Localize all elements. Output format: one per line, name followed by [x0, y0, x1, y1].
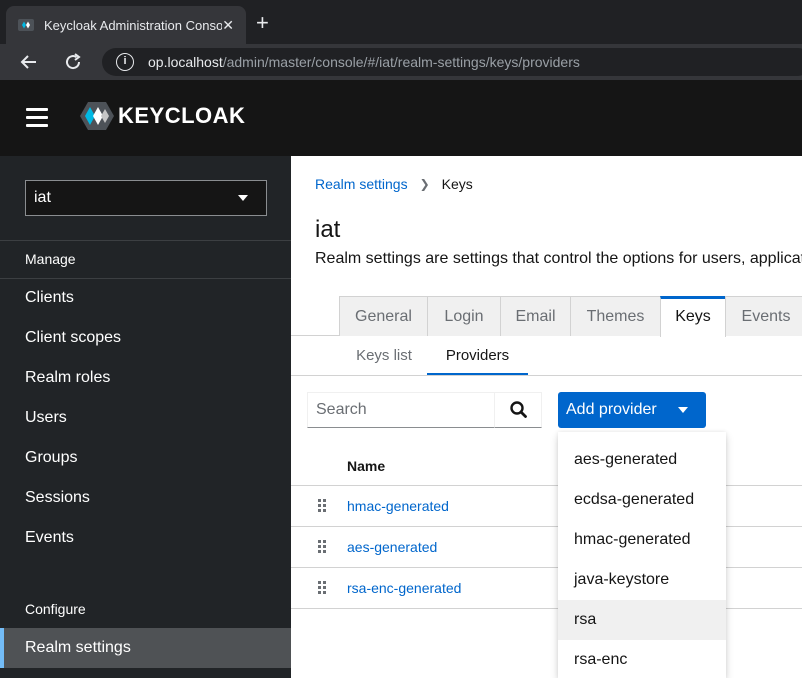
logo-text: KEYCLOAK [118, 103, 246, 128]
keycloak-logo[interactable]: KEYCLOAK [78, 100, 245, 132]
tab-email[interactable]: Email [500, 296, 571, 336]
menu-item-hmac-generated[interactable]: hmac-generated [558, 520, 726, 560]
page-description: Realm settings are settings that control… [315, 250, 802, 267]
drag-handle-icon[interactable] [318, 581, 328, 595]
subtab-providers[interactable]: Providers [427, 340, 528, 376]
sidebar-item-sessions[interactable]: Sessions [0, 478, 291, 518]
breadcrumb: Realm settings ❯ Keys [315, 176, 473, 192]
breadcrumb-current: Keys [441, 176, 473, 192]
subtab-keys-list[interactable]: Keys list [341, 340, 427, 376]
subtabs-divider [291, 375, 802, 376]
search-button[interactable] [494, 392, 542, 428]
drag-handle-icon[interactable] [318, 540, 328, 554]
add-provider-label: Add provider [566, 401, 657, 418]
tab-keys[interactable]: Keys [660, 296, 726, 337]
sidebar-item-users[interactable]: Users [0, 398, 291, 438]
menu-item-java-keystore[interactable]: java-keystore [558, 560, 726, 600]
address-bar[interactable]: i op.localhost/admin/master/console/#/ia… [102, 48, 802, 76]
table-row-link[interactable]: hmac-generated [347, 498, 449, 514]
keycloak-favicon-icon [18, 19, 34, 31]
add-provider-button[interactable]: Add provider [558, 392, 706, 428]
tab-themes[interactable]: Themes [570, 296, 661, 336]
column-header-name: Name [347, 458, 386, 474]
menu-item-ecdsa-generated[interactable]: ecdsa-generated [558, 480, 726, 520]
breadcrumb-realm-settings[interactable]: Realm settings [315, 176, 408, 192]
hamburger-menu-icon[interactable] [26, 108, 48, 127]
tab-login[interactable]: Login [427, 296, 501, 336]
new-tab-icon[interactable]: + [256, 12, 269, 34]
table-row-link[interactable]: aes-generated [347, 539, 437, 555]
menu-item-rsa[interactable]: rsa [558, 600, 726, 640]
browser-tabbar: Keycloak Administration Console ✕ + [0, 0, 802, 44]
table-row-link[interactable]: rsa-enc-generated [347, 580, 461, 596]
page-title: iat [315, 216, 341, 243]
back-arrow-icon[interactable] [17, 50, 41, 74]
add-provider-menu: aes-generated ecdsa-generated hmac-gener… [558, 432, 726, 678]
drag-handle-icon[interactable] [318, 499, 328, 513]
caret-down-icon [678, 407, 688, 413]
realm-selector[interactable]: iat [25, 180, 267, 216]
sidebar-section-manage: Manage [25, 251, 76, 267]
sidebar-item-clients[interactable]: Clients [0, 278, 291, 318]
sidebar-item-realm-roles[interactable]: Realm roles [0, 358, 291, 398]
browser-tab[interactable]: Keycloak Administration Console ✕ [6, 6, 246, 44]
tab-events[interactable]: Events [725, 296, 802, 336]
keycloak-logo-icon [80, 102, 114, 130]
menu-item-rsa-enc[interactable]: rsa-enc [558, 640, 726, 678]
menu-item-aes-generated[interactable]: aes-generated [558, 440, 726, 480]
tab-general[interactable]: General [339, 296, 428, 336]
reload-icon[interactable] [61, 50, 85, 74]
browser-toolbar: i op.localhost/admin/master/console/#/ia… [0, 44, 802, 80]
sidebar-divider [0, 240, 291, 241]
browser-tab-title: Keycloak Administration Console [44, 17, 223, 33]
search-input[interactable]: Search [307, 392, 495, 428]
realm-selector-value: iat [34, 189, 51, 206]
url-path: /admin/master/console/#/iat/realm-settin… [222, 54, 580, 70]
search-icon [510, 401, 527, 418]
caret-down-icon [238, 195, 248, 201]
chevron-right-icon: ❯ [419, 177, 430, 191]
sidebar-item-events[interactable]: Events [0, 518, 291, 558]
site-info-icon[interactable]: i [116, 53, 134, 71]
sidebar-section-configure: Configure [25, 601, 86, 617]
sidebar-item-realm-settings[interactable]: Realm settings [0, 628, 291, 668]
sidebar-item-client-scopes[interactable]: Client scopes [0, 318, 291, 358]
sidebar-item-groups[interactable]: Groups [0, 438, 291, 478]
url-host: op.localhost [148, 54, 223, 70]
close-tab-icon[interactable]: ✕ [222, 17, 234, 34]
